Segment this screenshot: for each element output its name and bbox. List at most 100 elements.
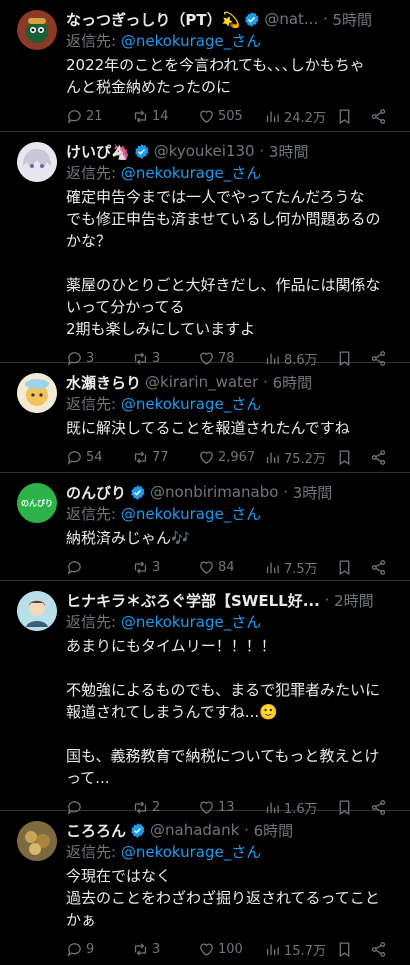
tweet[interactable]: のんびり のんびり @nonbirimanabo · 3時間 返信先: @nek… [0,473,410,581]
reply-prefix: 返信先: [66,843,121,861]
handle[interactable]: @nat... [264,10,318,28]
tweet-line: でも修正申告も済ませているし何か問題あるの [66,210,381,228]
tweet-line: って... [66,769,110,787]
handle[interactable]: @nonbirimanabo [150,483,278,501]
tweet-line: 2期も楽しみにしていますよ [66,320,256,338]
timestamp[interactable]: 3時間 [269,141,309,162]
heart-icon [200,110,213,123]
views-button[interactable]: 7.5万 [264,558,336,577]
tweet-text: 確定申告今までは一人でやってたんだろうな でも修正申告も済ませているし何か問題あ… [66,186,398,340]
display-name[interactable]: けいぴ🦄 [66,141,130,162]
share-button[interactable] [370,941,387,958]
share-button[interactable] [370,449,387,466]
like-button[interactable]: 100 [198,941,264,958]
reply-to-handle[interactable]: @nekokurage_さん [121,613,261,631]
tweet-line: 国も、義務教育で納税についてもっと教えとけ [66,747,380,765]
timestamp-sep: · [318,10,333,28]
avatar[interactable] [17,10,57,50]
tweet-line: んと税金納めたったのに [66,78,232,96]
tweet-line: いって分かってる [66,298,185,316]
handle[interactable]: @kyoukei130 [154,142,255,160]
tweet-text: 納税済みじゃん🎶 [66,527,398,549]
reply-button[interactable] [66,559,132,576]
like-button[interactable]: 2,967 [198,449,264,466]
repost-button[interactable]: 14 [132,108,198,125]
tweet-line: 2022年のことを今言われても､､､しかもちゃ [66,56,365,74]
share-button[interactable] [370,559,387,576]
tweet-line: 不勉強によるものでも、まるで犯罪者みたいに [66,681,381,699]
like-count: 2,967 [218,449,256,465]
repost-button[interactable]: 3 [132,941,198,958]
verified-icon [129,484,146,501]
views-button[interactable]: 15.7万 [264,940,336,959]
reply-to-handle[interactable]: @nekokurage_さん [121,32,261,50]
like-button[interactable]: 505 [198,108,264,125]
avatar[interactable] [17,821,57,861]
view-count: 7.5万 [284,561,318,577]
display-name[interactable]: なっつぎっしり（PT）💫 [66,9,240,30]
avatar-logo-text: のんびり [21,498,53,508]
reply-prefix: 返信先: [66,395,121,413]
action-bar: 21 14 505 24.2万 [66,104,398,128]
share-icon [371,449,386,465]
reply-button[interactable]: 9 [66,941,132,958]
like-button[interactable]: 84 [198,559,264,576]
avatar[interactable] [17,142,57,182]
verified-icon [243,11,260,28]
reply-count: 21 [86,108,103,124]
display-name[interactable]: のんびり [66,482,126,503]
bookmark-icon [339,559,350,575]
reply-to-handle[interactable]: @nekokurage_さん [121,395,261,413]
repost-button[interactable]: 3 [132,559,198,576]
tweet-line: 報道されてしまうんですね...🙂 [66,703,278,721]
share-button[interactable] [370,108,387,125]
tweet[interactable]: ヒナキラ＊ぶろぐ学部【SWELL好... · 2時間 返信先: @nekokur… [0,581,410,817]
handle[interactable]: @nahadank [150,821,239,839]
reply-to-line: 返信先: @nekokurage_さん [66,30,398,52]
avatar[interactable] [17,591,57,631]
timestamp[interactable]: 6時間 [254,820,294,841]
tweet[interactable]: ころろん @nahadank · 6時間 返信先: @nekokurage_さん… [0,811,410,965]
tweet-line: 今現在ではなく [66,867,172,885]
view-count: 75.2万 [284,451,326,467]
reply-button[interactable]: 21 [66,108,132,125]
timestamp[interactable]: 6時間 [273,372,313,393]
view-count: 24.2万 [284,110,326,126]
reply-to-handle[interactable]: @nekokurage_さん [121,164,261,182]
tweet[interactable]: なっつぎっしり（PT）💫 @nat... · 5時間 返信先: @nekokur… [0,0,410,132]
action-bar: 3 84 7.5万 [66,555,398,579]
bookmark-button[interactable] [336,559,370,576]
bookmark-button[interactable] [336,108,370,125]
views-button[interactable]: 75.2万 [264,448,336,467]
avatar[interactable]: のんびり [17,483,57,523]
like-count: 100 [218,941,243,957]
bookmark-button[interactable] [336,449,370,466]
timestamp[interactable]: 5時間 [333,9,373,30]
reply-to-handle[interactable]: @nekokurage_さん [121,505,261,523]
heart-icon [200,451,213,464]
reply-to-handle[interactable]: @nekokurage_さん [121,843,261,861]
timestamp[interactable]: 3時間 [293,482,333,503]
display-name[interactable]: ころろん [66,820,126,841]
avatar[interactable] [17,373,57,413]
display-name[interactable]: 水瀬きらり [66,372,141,393]
verified-icon [129,822,146,839]
reply-to-line: 返信先: @nekokurage_さん [66,503,398,525]
handle[interactable]: @kirarin_water [145,373,258,391]
views-button[interactable]: 24.2万 [264,107,336,126]
timestamp-sep: · [319,591,335,609]
tweet-line [66,723,398,745]
bookmark-icon [339,449,350,465]
repost-button[interactable]: 77 [132,449,198,466]
timestamp[interactable]: 2時間 [334,590,374,611]
reply-button[interactable]: 54 [66,449,132,466]
display-name[interactable]: ヒナキラ＊ぶろぐ学部【SWELL好... [66,590,320,611]
tweet[interactable]: 水瀬きらり @kirarin_water · 6時間 返信先: @nekokur… [0,363,410,473]
reply-to-line: 返信先: @nekokurage_さん [66,393,398,415]
tweet[interactable]: けいぴ🦄 @kyoukei130 · 3時間 返信先: @nekokurage_… [0,132,410,368]
repost-count: 14 [152,108,169,124]
tweet-header: けいぴ🦄 @kyoukei130 · 3時間 [66,140,398,162]
reply-to-line: 返信先: @nekokurage_さん [66,162,398,184]
bookmark-button[interactable] [336,941,370,958]
like-count: 505 [218,108,243,124]
